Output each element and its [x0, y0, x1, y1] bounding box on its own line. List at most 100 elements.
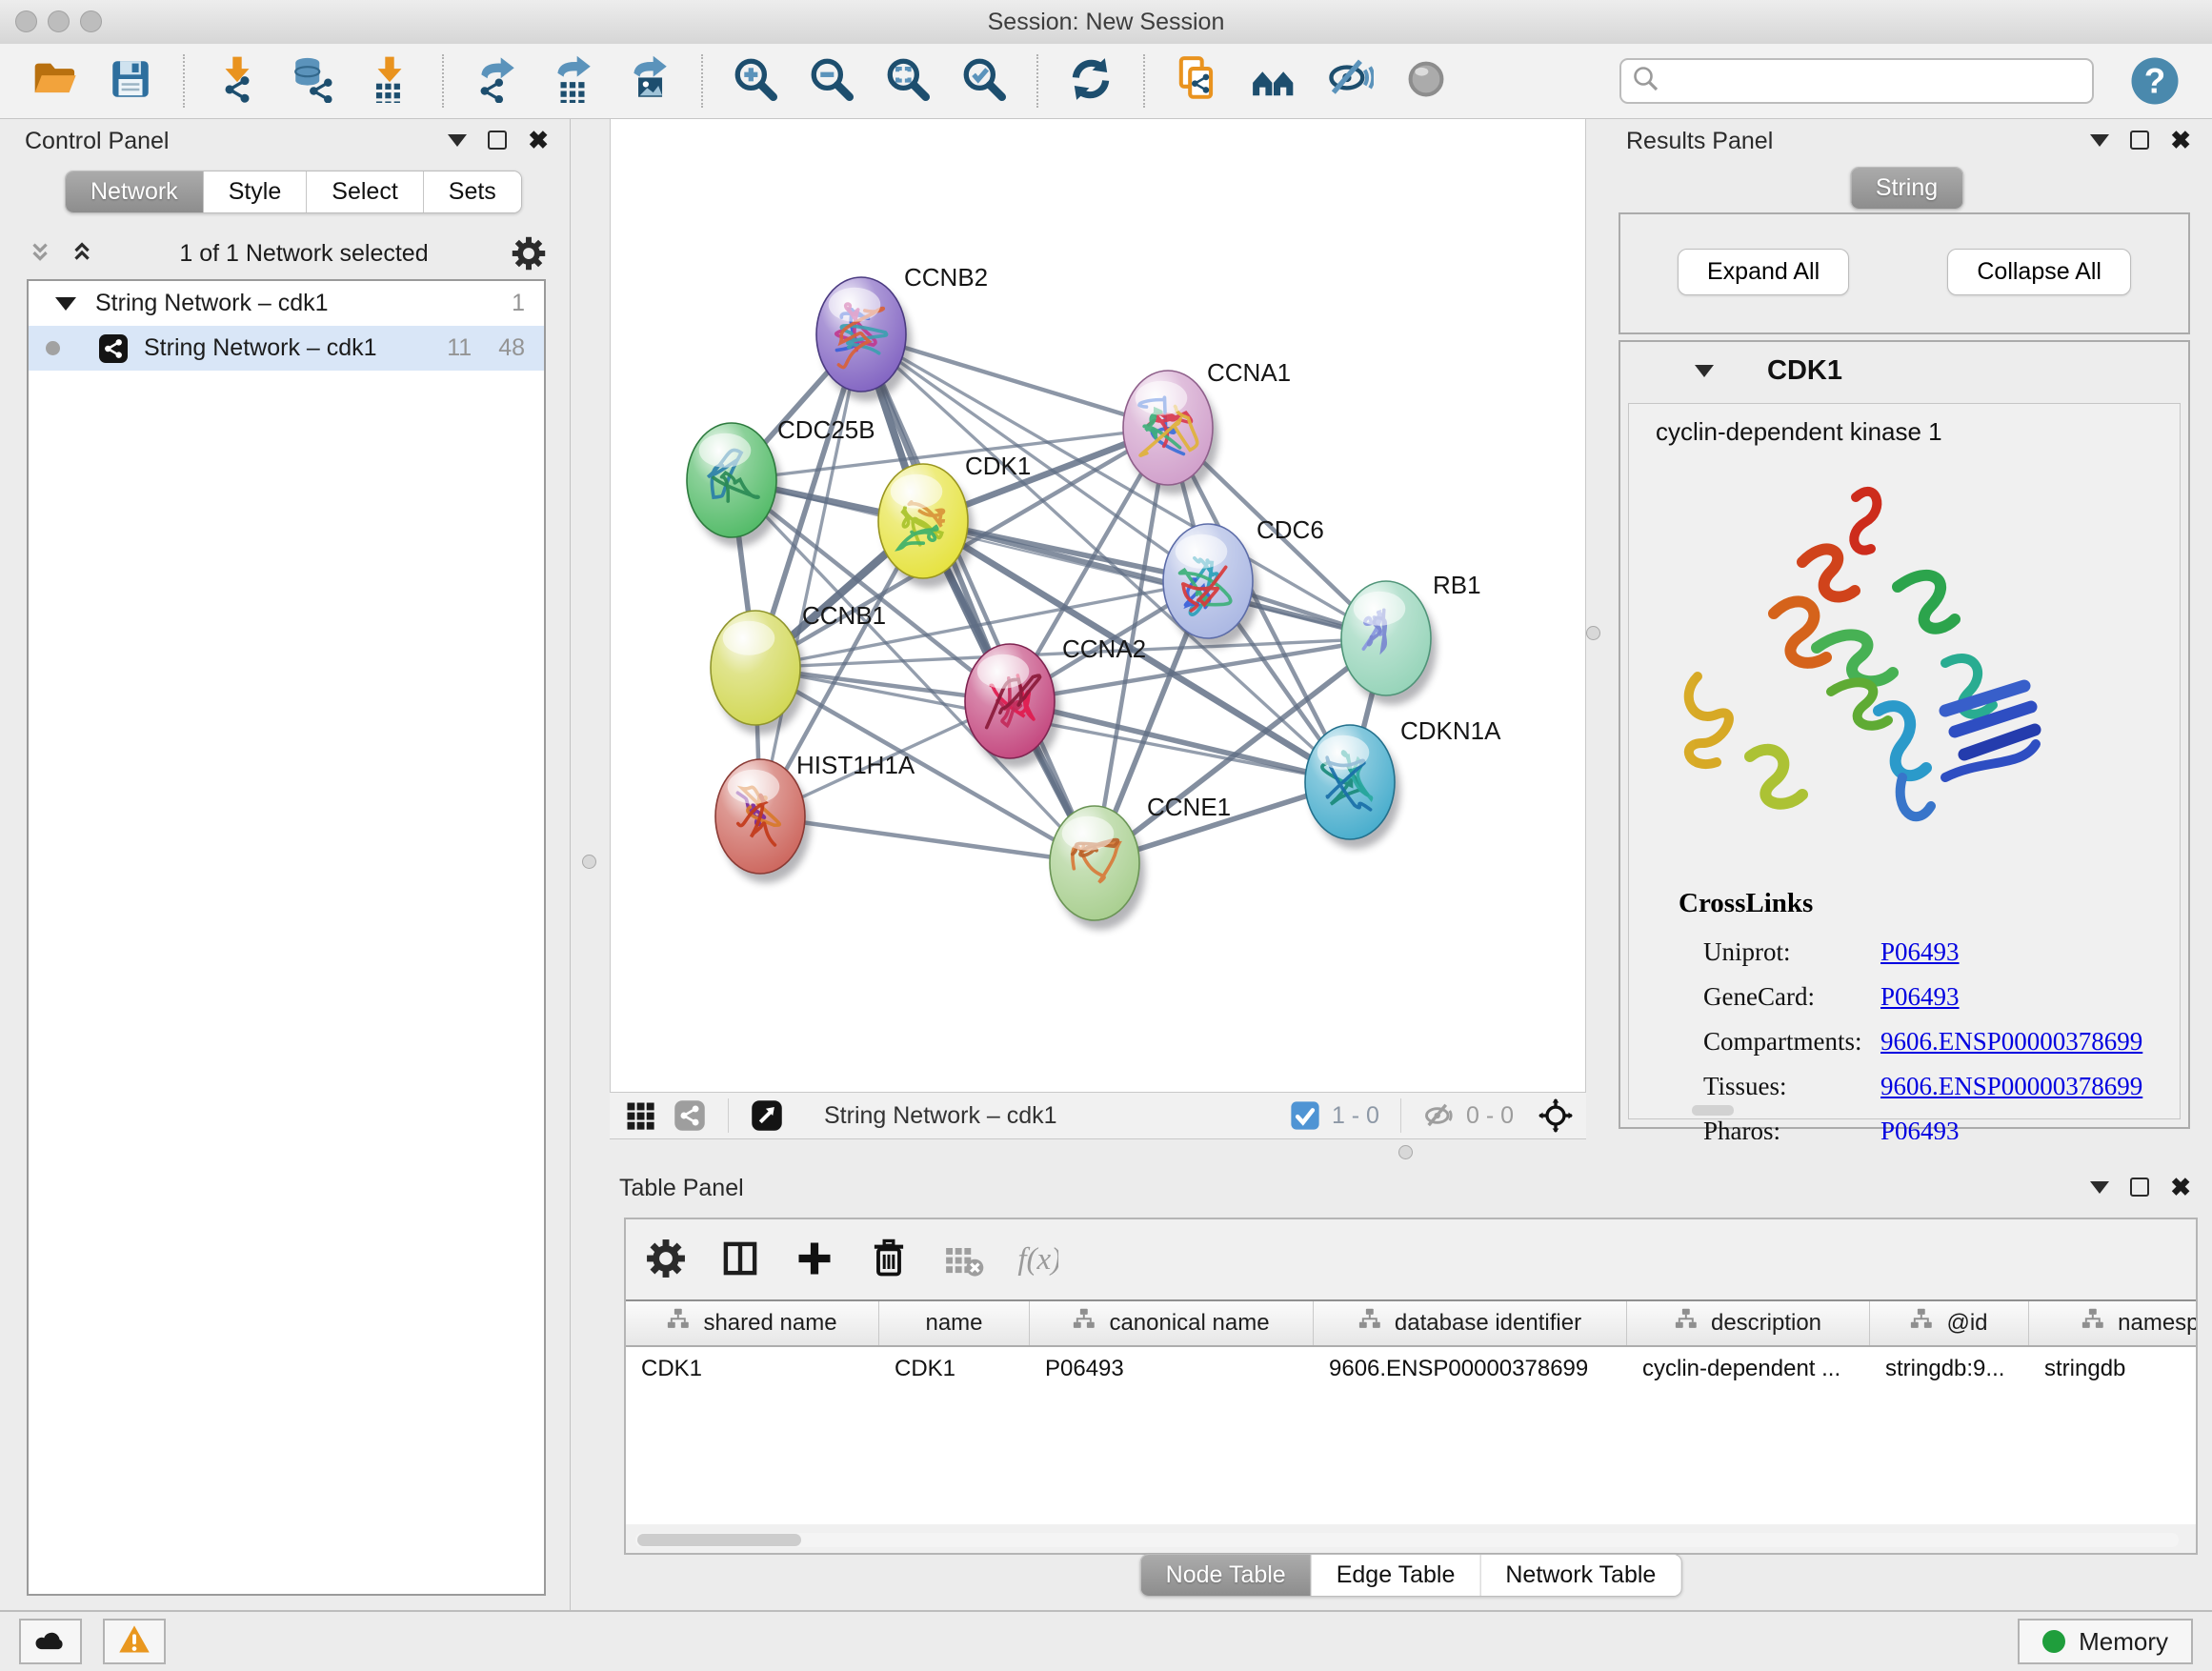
- string-network-graph[interactable]: CCNB2CCNA1CDC25BCDK1CDC6RB1CCNB1CCNA2CDK…: [611, 119, 1585, 1092]
- selected-checkbox-icon[interactable]: [1288, 1098, 1322, 1133]
- show-columns-button[interactable]: [719, 1238, 761, 1279]
- table-splitter[interactable]: [610, 1139, 2212, 1166]
- tab-node-table[interactable]: Node Table: [1141, 1555, 1312, 1596]
- network-collection-row[interactable]: String Network – cdk1 1: [29, 281, 544, 326]
- network-overview-icon[interactable]: [673, 1098, 707, 1133]
- import-network-from-file-button[interactable]: [206, 54, 269, 108]
- search-box[interactable]: [1619, 58, 2094, 104]
- crosslink-value-link[interactable]: P06493: [1880, 937, 1960, 967]
- column-header-canonical-name[interactable]: canonical name: [1030, 1301, 1314, 1345]
- float-panel-icon[interactable]: [2130, 1178, 2149, 1197]
- entry-expander-icon[interactable]: [1695, 365, 1714, 377]
- crosslink-row: Tissues:9606.ENSP00000378699: [1703, 1064, 2164, 1109]
- show-all-button[interactable]: [1395, 54, 1458, 108]
- cloud-status-button[interactable]: [19, 1619, 82, 1664]
- close-window-icon[interactable]: [15, 10, 37, 32]
- crosslink-value-link[interactable]: P06493: [1880, 982, 1960, 1012]
- node-CDK1[interactable]: [878, 464, 974, 588]
- node-CDC6[interactable]: [1163, 524, 1258, 648]
- network-canvas[interactable]: CCNB2CCNA1CDC25BCDK1CDC6RB1CCNB1CCNA2CDK…: [610, 119, 1586, 1092]
- node-CDKN1A[interactable]: [1305, 725, 1400, 849]
- collapse-all-button[interactable]: Collapse All: [1947, 249, 2131, 295]
- fit-selected-crosshair-icon[interactable]: [1538, 1098, 1573, 1133]
- detach-view-icon[interactable]: [750, 1098, 784, 1133]
- minimize-window-icon[interactable]: [48, 10, 70, 32]
- left-splitter-handle[interactable]: [582, 855, 596, 869]
- tab-sets[interactable]: Sets: [424, 171, 521, 212]
- delete-table-button[interactable]: [942, 1238, 984, 1279]
- entry-header[interactable]: CDK1: [1620, 342, 2188, 399]
- zoom-selected-button[interactable]: [953, 54, 1016, 108]
- import-table-from-file-button[interactable]: [358, 54, 421, 108]
- edge-CCNB2-HIST1H1A[interactable]: [760, 334, 861, 816]
- results-panel-title: Results Panel: [1626, 128, 1773, 155]
- column-header-shared-name[interactable]: shared name: [626, 1301, 879, 1345]
- collapse-all-icon[interactable]: [27, 239, 55, 268]
- table-horizontal-scrollbar[interactable]: [635, 1533, 2179, 1547]
- apply-layout-button[interactable]: [1059, 54, 1122, 108]
- column-header-database-identifier[interactable]: database identifier: [1314, 1301, 1627, 1345]
- panel-menu-icon[interactable]: [448, 134, 467, 147]
- tab-network[interactable]: Network: [66, 171, 204, 212]
- save-session-button[interactable]: [99, 54, 162, 108]
- table-options-button[interactable]: [645, 1238, 687, 1279]
- delete-column-button[interactable]: [868, 1238, 910, 1279]
- crosslink-value-link[interactable]: 9606.ENSP00000378699: [1880, 1027, 2142, 1057]
- node-CCNB1[interactable]: [711, 611, 806, 735]
- tab-select[interactable]: Select: [307, 171, 423, 212]
- add-column-button[interactable]: [794, 1238, 835, 1279]
- tab-edge-table[interactable]: Edge Table: [1312, 1555, 1481, 1596]
- expand-all-button[interactable]: Expand All: [1678, 249, 1849, 295]
- network-row-selected[interactable]: String Network – cdk1 11 48: [29, 326, 544, 371]
- crosslink-value-link[interactable]: 9606.ENSP00000378699: [1880, 1072, 2142, 1101]
- memory-button[interactable]: Memory: [2018, 1619, 2193, 1664]
- birdseye-grid-icon[interactable]: [623, 1098, 657, 1133]
- right-splitter-handle[interactable]: [1586, 626, 1600, 640]
- column-header-@id[interactable]: @id: [1870, 1301, 2029, 1345]
- collection-expander-icon[interactable]: [55, 297, 76, 311]
- zoom-fit-button[interactable]: [876, 54, 939, 108]
- results-scrollbar-thumb[interactable]: [1692, 1105, 1734, 1116]
- function-builder-button[interactable]: f(x): [1016, 1238, 1058, 1279]
- close-panel-icon[interactable]: ✖: [2170, 131, 2191, 150]
- export-table-button[interactable]: [541, 54, 604, 108]
- bottom-splitter-handle[interactable]: [1398, 1145, 1413, 1159]
- float-panel-icon[interactable]: [488, 131, 507, 150]
- export-image-button[interactable]: [617, 54, 680, 108]
- close-panel-icon[interactable]: ✖: [2170, 1178, 2191, 1197]
- import-network-from-database-button[interactable]: [282, 54, 345, 108]
- close-panel-icon[interactable]: ✖: [528, 131, 549, 150]
- float-panel-icon[interactable]: [2130, 131, 2149, 150]
- panel-menu-icon[interactable]: [2090, 134, 2109, 147]
- new-network-from-selection-button[interactable]: [1166, 54, 1229, 108]
- edge-CCNB2-CCNE1[interactable]: [861, 334, 1095, 863]
- column-header-name[interactable]: name: [879, 1301, 1030, 1345]
- expand-all-icon[interactable]: [69, 239, 97, 268]
- tab-network-table[interactable]: Network Table: [1480, 1555, 1680, 1596]
- tab-style[interactable]: Style: [204, 171, 308, 212]
- export-network-button[interactable]: [465, 54, 528, 108]
- zoom-in-button[interactable]: [724, 54, 787, 108]
- warnings-button[interactable]: [103, 1619, 166, 1664]
- node-CCNA2[interactable]: [965, 644, 1060, 768]
- column-header-description[interactable]: description: [1627, 1301, 1870, 1345]
- table-row[interactable]: CDK1CDK1P064939606.ENSP00000378699cyclin…: [626, 1347, 2196, 1391]
- column-header-namespac[interactable]: namespac: [2029, 1301, 2196, 1345]
- cloud-icon: [33, 1622, 68, 1661]
- help-button[interactable]: ?: [2128, 54, 2182, 108]
- maximize-window-icon[interactable]: [80, 10, 102, 32]
- zoom-out-button[interactable]: [800, 54, 863, 108]
- hide-selected-button[interactable]: [1318, 54, 1381, 108]
- scrollbar-thumb[interactable]: [637, 1534, 801, 1546]
- shared-column-icon: [1358, 1307, 1385, 1340]
- node-CCNE1[interactable]: [1050, 806, 1145, 930]
- first-neighbors-button[interactable]: [1242, 54, 1305, 108]
- network-options-gear-icon[interactable]: [511, 235, 547, 272]
- node-CCNB2[interactable]: [816, 277, 912, 401]
- panel-menu-icon[interactable]: [2090, 1181, 2109, 1194]
- node-RB1[interactable]: [1341, 581, 1437, 705]
- tab-string[interactable]: String: [1851, 168, 1962, 209]
- open-session-button[interactable]: [23, 54, 86, 108]
- search-input[interactable]: [1669, 67, 2082, 95]
- node-CCNA1[interactable]: [1123, 371, 1218, 494]
